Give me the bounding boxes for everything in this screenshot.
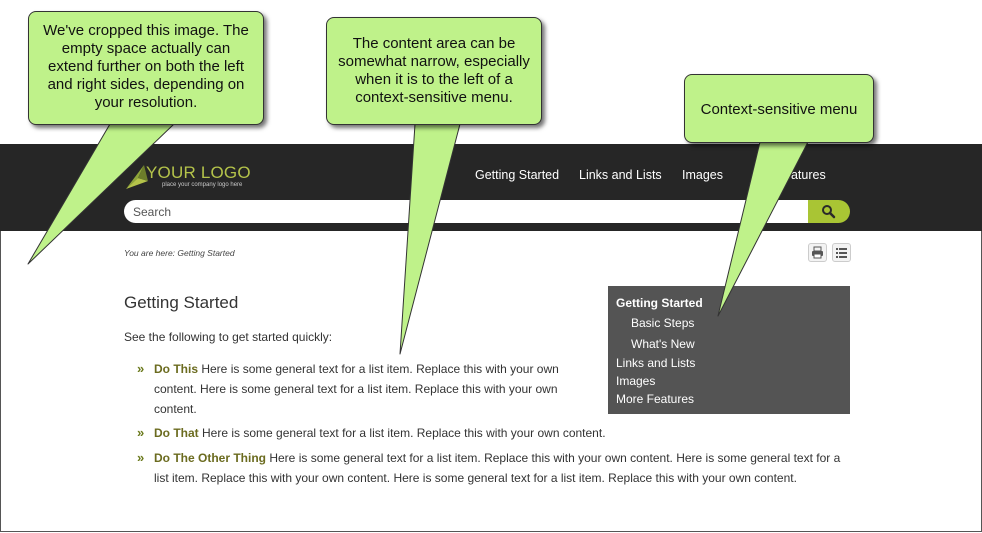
callout-content-area-note: The content area can be somewhat narrow,… <box>326 17 542 125</box>
callout-line: your resolution. <box>94 94 198 111</box>
callout-pointer-middle <box>399 123 461 355</box>
callout-line: context-sensitive menu. <box>355 89 513 106</box>
callout-pointer-right <box>717 141 809 317</box>
callout-line: The content area can be <box>352 35 516 52</box>
callout-line: somewhat narrow, especially <box>338 53 530 70</box>
callout-context-menu-note: Context-sensitive menu <box>684 74 874 143</box>
callout-line: Context-sensitive menu <box>700 101 858 118</box>
callout-line: We've cropped this image. The <box>43 22 249 39</box>
callout-line: and right sides, depending on <box>47 76 245 93</box>
callout-line: empty space actually can <box>61 40 231 57</box>
callout-cropped-note: We've cropped this image. The empty spac… <box>28 11 264 125</box>
callout-line: when it is to the left of a <box>355 71 513 88</box>
callout-line: extend further on both the left <box>48 58 244 75</box>
callout-pointer-left <box>27 123 175 265</box>
